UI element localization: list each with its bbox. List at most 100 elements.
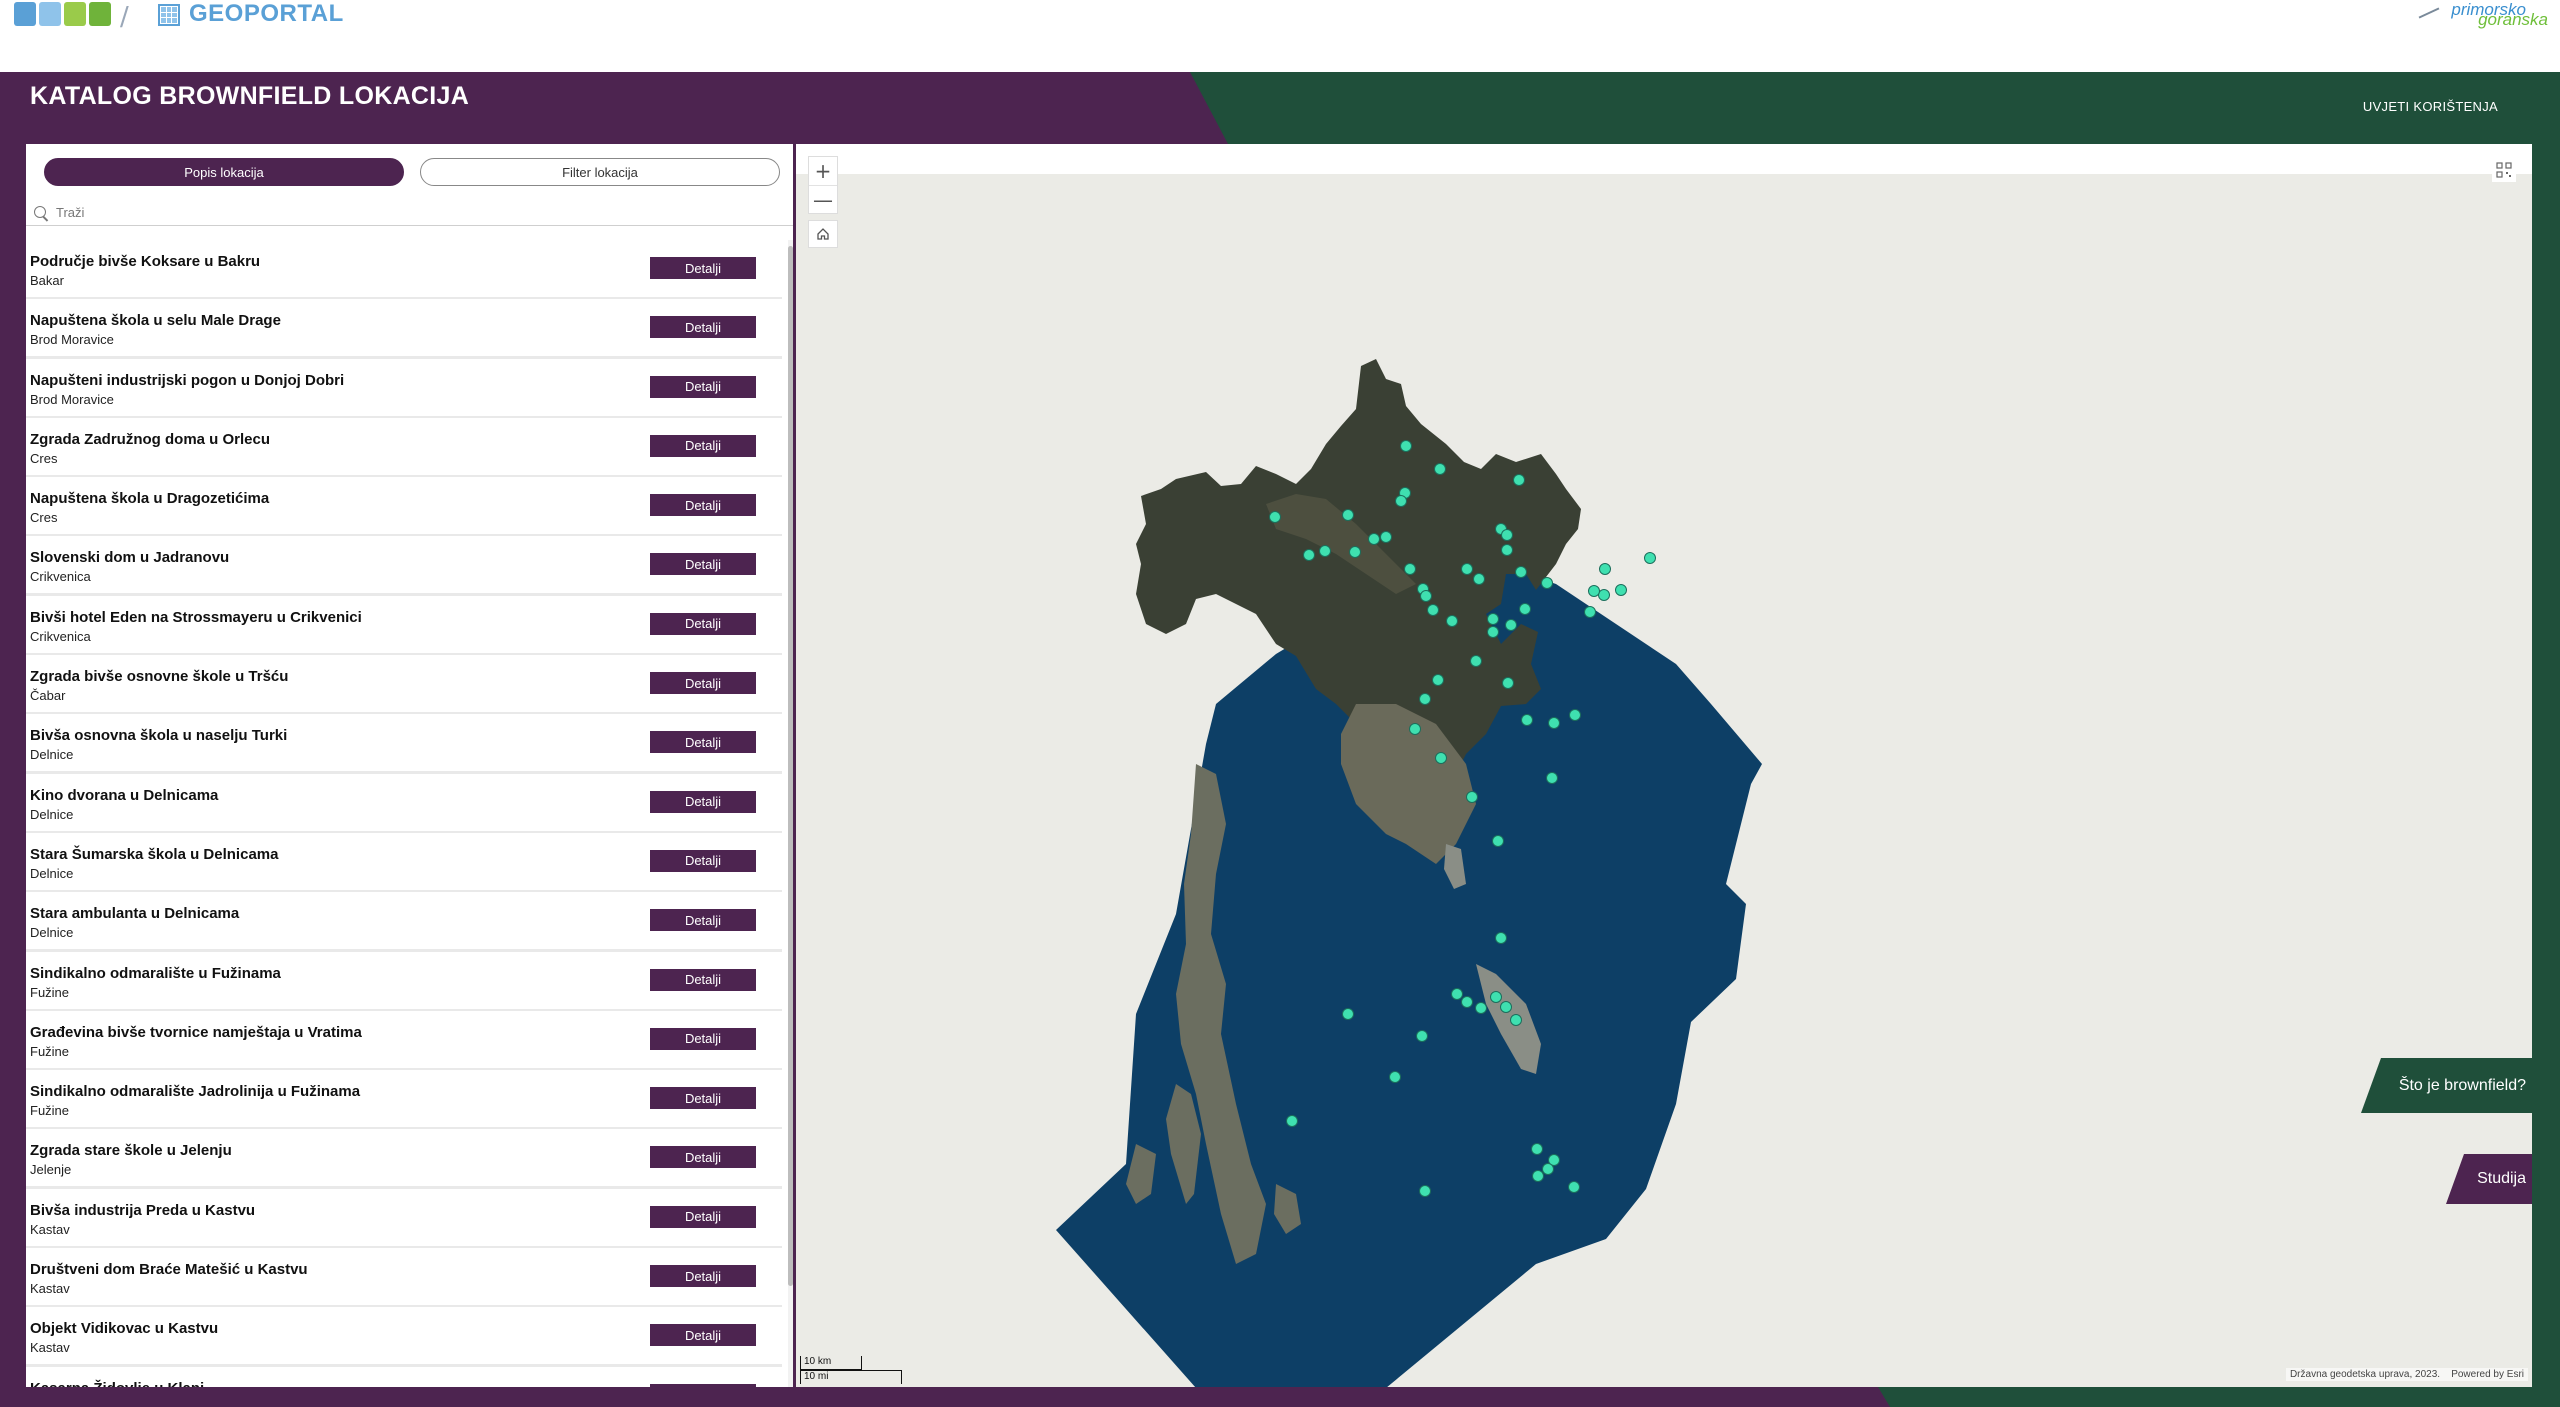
location-marker[interactable] <box>1584 606 1596 618</box>
location-marker[interactable] <box>1380 531 1392 543</box>
details-button[interactable]: Detalji <box>650 1146 756 1169</box>
powered-by-esri[interactable]: Powered by Esri <box>2451 1369 2524 1380</box>
location-marker[interactable] <box>1521 714 1533 726</box>
location-marker[interactable] <box>1419 1185 1431 1197</box>
location-marker[interactable] <box>1368 533 1380 545</box>
location-marker[interactable] <box>1435 752 1447 764</box>
location-marker[interactable] <box>1427 604 1439 616</box>
location-marker[interactable] <box>1505 619 1517 631</box>
qr-code-button[interactable] <box>2492 158 2516 182</box>
geoportal-label[interactable]: GEOPORTAL <box>189 0 344 28</box>
list-item[interactable]: Bivši hotel Eden na Strossmayeru u Crikv… <box>26 595 782 653</box>
details-button[interactable]: Detalji <box>650 257 756 279</box>
location-marker[interactable] <box>1466 791 1478 803</box>
location-marker[interactable] <box>1501 544 1513 556</box>
location-marker[interactable] <box>1490 991 1502 1003</box>
map-canvas[interactable] <box>796 144 2532 1387</box>
location-marker[interactable] <box>1531 1143 1543 1155</box>
search-input[interactable] <box>56 205 756 220</box>
location-marker[interactable] <box>1470 655 1482 667</box>
home-button[interactable] <box>808 220 838 248</box>
list-item[interactable]: Područje bivše Koksare u Bakru Bakar Detal… <box>26 240 782 297</box>
location-marker[interactable] <box>1404 563 1416 575</box>
details-button[interactable]: Detalji <box>650 553 756 576</box>
location-marker[interactable] <box>1532 1170 1544 1182</box>
location-marker[interactable] <box>1342 509 1354 521</box>
location-marker[interactable] <box>1432 674 1444 686</box>
details-button[interactable]: Detalji <box>650 375 756 398</box>
location-marker[interactable] <box>1515 566 1527 578</box>
location-marker[interactable] <box>1286 1115 1298 1127</box>
list-item[interactable]: Zgrada Zadružnog doma u Orlecu Cres Detalj… <box>26 417 782 475</box>
location-marker[interactable] <box>1487 626 1499 638</box>
location-marker[interactable] <box>1541 577 1553 589</box>
zoom-out-button[interactable]: — <box>809 185 837 213</box>
location-marker[interactable] <box>1420 590 1432 602</box>
list-item[interactable]: Zgrada stare škole u Jelenju Jelenje Detal… <box>26 1129 782 1187</box>
location-marker[interactable] <box>1487 613 1499 625</box>
location-marker[interactable] <box>1495 932 1507 944</box>
location-marker[interactable] <box>1409 723 1421 735</box>
details-button[interactable]: Detalji <box>650 1324 756 1347</box>
details-button[interactable]: Detalji <box>650 731 756 754</box>
location-marker[interactable] <box>1434 463 1446 475</box>
tab-location-list[interactable]: Popis lokacija <box>44 158 404 186</box>
details-button[interactable]: Detalji <box>650 1027 756 1050</box>
list-item[interactable]: Napuštena škola u Dragozetićima Cres Detal… <box>26 477 782 535</box>
location-marker[interactable] <box>1548 717 1560 729</box>
list-item[interactable]: Napušteni industrijski pogon u Donjoj Do… <box>26 358 782 416</box>
details-button[interactable]: Detalji <box>650 494 756 517</box>
location-marker[interactable] <box>1542 1163 1554 1175</box>
list-item[interactable]: Sindikalno odmaralište u Fužinama Fužine D… <box>26 951 782 1009</box>
details-button[interactable]: Detalji <box>650 790 756 813</box>
details-button[interactable]: Detalji <box>650 1087 756 1110</box>
location-marker[interactable] <box>1588 585 1600 597</box>
list-item[interactable]: Stara ambulanta u Delnicama Delnice Detalj… <box>26 892 782 950</box>
location-marker[interactable] <box>1501 529 1513 541</box>
list-item[interactable]: Sindikalno odmaralište Jadrolinija u Fuž… <box>26 1070 782 1128</box>
list-item[interactable]: Kino dvorana u Delnicama Delnice Detalji <box>26 773 782 831</box>
details-button[interactable]: Detalji <box>650 849 756 872</box>
location-marker[interactable] <box>1461 563 1473 575</box>
location-marker[interactable] <box>1500 1001 1512 1013</box>
zoom-in-button[interactable]: + <box>809 157 837 185</box>
location-marker[interactable] <box>1519 603 1531 615</box>
details-button[interactable]: Detalji <box>650 434 756 457</box>
location-marker[interactable] <box>1568 1181 1580 1193</box>
list-item[interactable]: Društveni dom Braće Matešić u Kastvu Kast… <box>26 1248 782 1306</box>
location-marker[interactable] <box>1644 552 1656 564</box>
list-item[interactable]: Zgrada bivše osnovne škole u Tršću Čabar D… <box>26 655 782 713</box>
location-marker[interactable] <box>1395 495 1407 507</box>
details-button[interactable]: Detalji <box>650 1205 756 1228</box>
location-marker[interactable] <box>1599 563 1611 575</box>
location-marker[interactable] <box>1303 549 1315 561</box>
location-marker[interactable] <box>1546 772 1558 784</box>
list-item[interactable]: Kasarna Židovlje u KlaniDetalji <box>26 1366 782 1387</box>
location-marker[interactable] <box>1492 835 1504 847</box>
location-marker[interactable] <box>1598 589 1610 601</box>
pgz-logo[interactable]: primorsko goranska <box>2418 0 2548 30</box>
terms-link[interactable]: UVJETI KORIŠTENJA <box>2363 99 2498 114</box>
details-button[interactable]: Detalji <box>650 612 756 635</box>
location-marker[interactable] <box>1349 546 1361 558</box>
list-item[interactable]: Bivša industrija Preda u Kastvu Kastav Det… <box>26 1188 782 1246</box>
location-marker[interactable] <box>1473 573 1485 585</box>
zzpu-logo[interactable] <box>14 2 111 26</box>
details-button[interactable]: Detalji <box>650 316 756 339</box>
location-marker[interactable] <box>1342 1008 1354 1020</box>
list-scrollbar-thumb[interactable] <box>788 246 793 1286</box>
details-button[interactable]: Detalji <box>650 1265 756 1288</box>
details-button[interactable]: Detalji <box>650 909 756 932</box>
what-is-brownfield-button[interactable]: Što je brownfield? <box>2361 1058 2532 1113</box>
location-marker[interactable] <box>1615 584 1627 596</box>
map-view[interactable]: + — 10 km 10 mi Državna geodetska uprava… <box>796 144 2532 1387</box>
list-item[interactable]: Slovenski dom u Jadranovu Crikvenica Detal… <box>26 536 782 594</box>
location-marker[interactable] <box>1419 693 1431 705</box>
list-item[interactable]: Napuštena škola u selu Male Drage Brod Mo… <box>26 299 782 357</box>
tab-location-filter[interactable]: Filter lokacija <box>420 158 780 186</box>
location-marker[interactable] <box>1269 511 1281 523</box>
location-marker[interactable] <box>1319 545 1331 557</box>
location-marker[interactable] <box>1569 709 1581 721</box>
list-item[interactable]: Građevina bivše tvornice namještaja u Vr… <box>26 1010 782 1068</box>
location-marker[interactable] <box>1451 988 1463 1000</box>
